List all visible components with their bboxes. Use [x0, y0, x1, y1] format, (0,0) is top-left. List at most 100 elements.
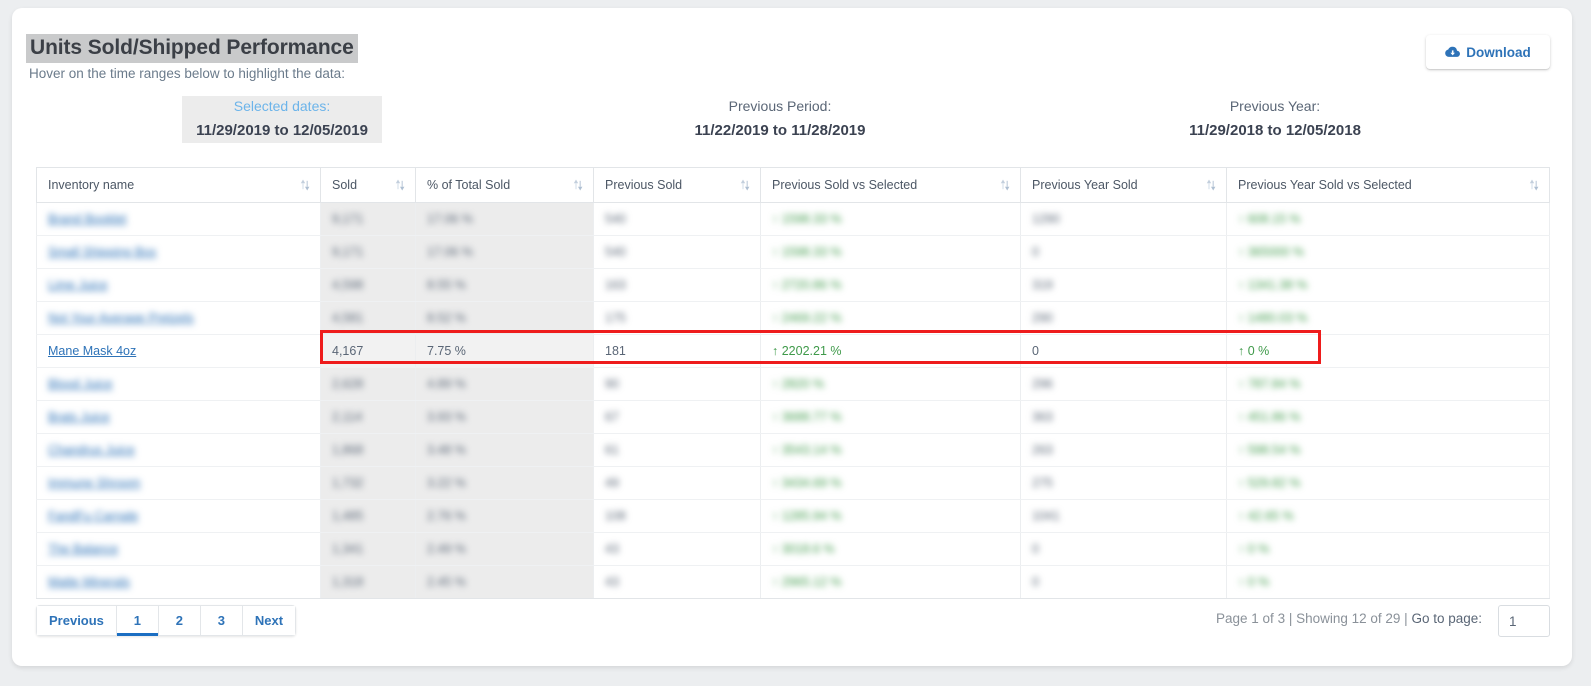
cell-value: ↑ 451.86 % — [1238, 410, 1301, 424]
cell-value: 540 — [605, 245, 626, 259]
cell-value: 296 — [1032, 377, 1053, 391]
cell-value: 49 — [605, 476, 619, 490]
cell-name[interactable]: Chandrus Juice — [37, 434, 321, 467]
cell-value: ↑ 529.82 % — [1238, 476, 1301, 490]
inventory-name-link[interactable]: Lime Juice — [48, 278, 108, 292]
table-row[interactable]: Blood Juice2,6284.89 %90↑ 2820 %296↑ 787… — [37, 368, 1550, 401]
table-row[interactable]: Immune Shroom1,7323.22 %49↑ 3434.69 %275… — [37, 467, 1550, 500]
cell-value: ↑ 3543.14 % — [772, 443, 842, 457]
download-button[interactable]: Download — [1426, 35, 1550, 69]
table-body: Brand Booklet9,17117.06 %540↑ 1598.33 %1… — [37, 203, 1550, 599]
cell-pct: 3.93 % — [416, 401, 594, 434]
cell-name[interactable]: Not Your Average Pretzels — [37, 302, 321, 335]
pagination-page-3[interactable]: 3 — [201, 605, 243, 636]
column-header-2[interactable]: % of Total Sold — [416, 168, 594, 203]
range-selected-label: Selected dates: — [182, 96, 382, 117]
cell-py_sold: 0 — [1021, 566, 1227, 599]
cell-name[interactable]: The Balance — [37, 533, 321, 566]
pagination-page-1[interactable]: 1 — [117, 605, 159, 636]
cell-prev_sold: 43 — [594, 533, 761, 566]
range-selected-value: 11/29/2019 to 12/05/2019 — [182, 117, 382, 143]
column-header-0[interactable]: Inventory name — [37, 168, 321, 203]
table-row[interactable]: FandFu Carnale1,4852.76 %108↑ 1285.94 %1… — [37, 500, 1550, 533]
cell-prev_vs: ↑ 2202.21 % — [761, 335, 1021, 368]
column-header-5[interactable]: Previous Year Sold — [1021, 168, 1227, 203]
table-row[interactable]: Lime Juice4,5988.55 %163↑ 2720.86 %319↑ … — [37, 269, 1550, 302]
table-row[interactable]: Not Your Average Pretzels4,5818.52 %175↑… — [37, 302, 1550, 335]
cell-value: 4.89 % — [427, 377, 466, 391]
cell-value: 43 — [605, 542, 619, 556]
cell-value: ↑ 0 % — [1238, 575, 1269, 589]
cell-value: ↑ 787.84 % — [1238, 377, 1301, 391]
table-row[interactable]: Chandrus Juice1,8683.48 %61↑ 3543.14 %26… — [37, 434, 1550, 467]
cell-value: 1,485 — [332, 509, 363, 523]
goto-page-input[interactable] — [1498, 605, 1550, 637]
pagination-page-2[interactable]: 2 — [159, 605, 201, 636]
inventory-name-link[interactable]: Brats Juice — [48, 410, 110, 424]
range-previous-period[interactable]: Previous Period: 11/22/2019 to 11/28/201… — [672, 96, 888, 143]
cell-value: 290 — [1032, 311, 1053, 325]
sort-updown-icon[interactable] — [394, 178, 406, 192]
inventory-name-link[interactable]: The Balance — [48, 542, 118, 556]
sort-updown-icon[interactable] — [1205, 178, 1217, 192]
cell-name[interactable]: Mane Mask 4oz — [37, 335, 321, 368]
cell-name[interactable]: Small Shipping Box — [37, 236, 321, 269]
inventory-name-link[interactable]: Blood Juice — [48, 377, 113, 391]
column-header-1[interactable]: Sold — [321, 168, 416, 203]
table-row[interactable]: The Balance1,3412.49 %43↑ 3018.6 %0↑ 0 % — [37, 533, 1550, 566]
inventory-name-link[interactable]: Mane Mask 4oz — [48, 344, 136, 358]
cell-prev_vs: ↑ 3688.77 % — [761, 401, 1021, 434]
column-header-label: Previous Sold — [605, 178, 682, 192]
cell-name[interactable]: Matte Minerals — [37, 566, 321, 599]
pagination: Previous123Next — [36, 605, 296, 636]
range-selected-dates[interactable]: Selected dates: 11/29/2019 to 12/05/2019 — [182, 96, 382, 143]
cell-pct: 8.52 % — [416, 302, 594, 335]
cell-name[interactable]: Lime Juice — [37, 269, 321, 302]
inventory-name-link[interactable]: Immune Shroom — [48, 476, 140, 490]
inventory-name-link[interactable]: Brand Booklet — [48, 212, 127, 226]
sort-updown-icon[interactable] — [299, 178, 311, 192]
cell-value: 61 — [605, 443, 619, 457]
column-header-3[interactable]: Previous Sold — [594, 168, 761, 203]
inventory-name-link[interactable]: Matte Minerals — [48, 575, 130, 589]
table-row[interactable]: Brats Juice2,1143.93 %67↑ 3688.77 %363↑ … — [37, 401, 1550, 434]
cell-sold: 1,341 — [321, 533, 416, 566]
column-header-6[interactable]: Previous Year Sold vs Selected — [1227, 168, 1550, 203]
cell-name[interactable]: Blood Juice — [37, 368, 321, 401]
sort-updown-icon[interactable] — [739, 178, 751, 192]
sort-updown-icon[interactable] — [1528, 178, 1540, 192]
inventory-name-link[interactable]: Chandrus Juice — [48, 443, 135, 457]
column-header-4[interactable]: Previous Sold vs Selected — [761, 168, 1021, 203]
table-header: Inventory nameSold% of Total Sold Previou… — [37, 168, 1550, 203]
cell-value: 8.52 % — [427, 311, 466, 325]
inventory-name-link[interactable]: Not Your Average Pretzels — [48, 311, 194, 325]
cell-name[interactable]: Brand Booklet — [37, 203, 321, 236]
cell-prev_vs: ↑ 3018.6 % — [761, 533, 1021, 566]
table-row[interactable]: Small Shipping Box9,17117.06 %540↑ 1598.… — [37, 236, 1550, 269]
pagination-info: Page 1 of 3 | Showing 12 of 29 | Go to p… — [1216, 611, 1482, 626]
pagination-next-button[interactable]: Next — [243, 605, 296, 636]
cell-sold: 1,868 — [321, 434, 416, 467]
inventory-name-link[interactable]: Small Shipping Box — [48, 245, 156, 259]
cell-value: 7.75 % — [427, 344, 466, 358]
cell-pct: 17.06 % — [416, 236, 594, 269]
cell-name[interactable]: FandFu Carnale — [37, 500, 321, 533]
table-row[interactable]: Mane Mask 4oz4,1677.75 %181↑ 2202.21 %0↑… — [37, 335, 1550, 368]
cell-pct: 2.45 % — [416, 566, 594, 599]
table-row[interactable]: Matte Minerals1,3182.45 %43↑ 2965.12 %0↑… — [37, 566, 1550, 599]
cell-value: 175 — [605, 311, 626, 325]
cell-py_sold: 0 — [1021, 335, 1227, 368]
range-previous-year[interactable]: Previous Year: 11/29/2018 to 12/05/2018 — [1167, 96, 1383, 143]
sort-updown-icon[interactable] — [572, 178, 584, 192]
cell-name[interactable]: Brats Juice — [37, 401, 321, 434]
inventory-name-link[interactable]: FandFu Carnale — [48, 509, 138, 523]
cell-sold: 2,114 — [321, 401, 416, 434]
cell-value: ↑ 2820 % — [772, 377, 824, 391]
pagination-previous-button[interactable]: Previous — [36, 605, 117, 636]
cell-value: 363 — [1032, 410, 1053, 424]
sort-updown-icon[interactable] — [999, 178, 1011, 192]
cell-py_vs: ↑ 598.54 % — [1227, 434, 1550, 467]
cell-name[interactable]: Immune Shroom — [37, 467, 321, 500]
cell-py_sold: 290 — [1021, 302, 1227, 335]
table-row[interactable]: Brand Booklet9,17117.06 %540↑ 1598.33 %1… — [37, 203, 1550, 236]
